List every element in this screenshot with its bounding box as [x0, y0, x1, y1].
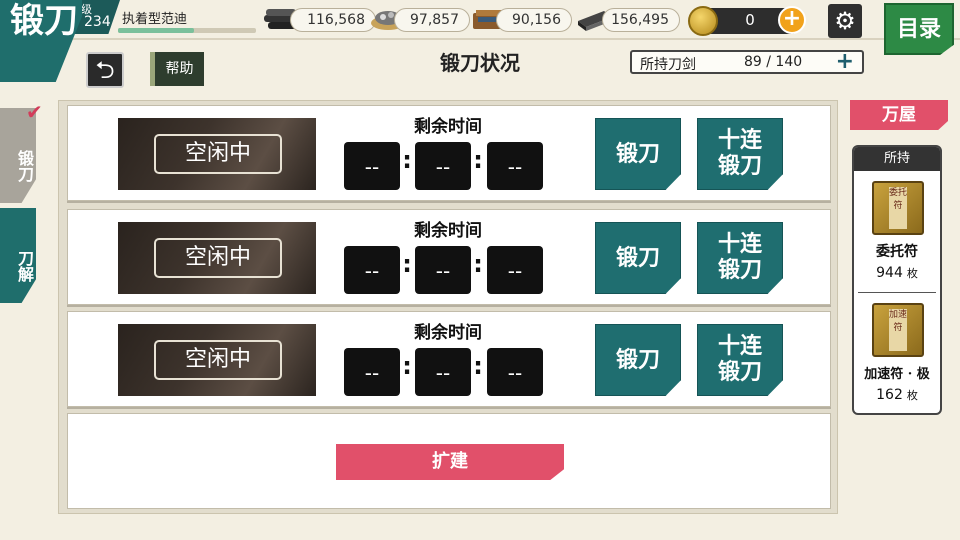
- time-hours: --: [344, 348, 400, 396]
- time-hours: --: [344, 246, 400, 294]
- inventory-item-speed-talisman: 加速符 加速符 · 极 162 枚: [854, 297, 940, 413]
- remaining-time-label: 剩余时间: [414, 117, 482, 137]
- time-separator: :: [473, 250, 483, 278]
- time-separator: :: [402, 146, 412, 174]
- item-count-unit: 枚: [906, 267, 918, 280]
- xp-bar: [118, 28, 256, 33]
- slot-status: 空闲中: [154, 134, 282, 174]
- forge-slot: 空闲中 剩余时间 -- : -- : -- 锻刀 十连 锻刀: [67, 209, 831, 305]
- owned-swords-box: 所持刀剑 89 / 140 +: [630, 49, 864, 74]
- forge-panel: 空闲中 剩余时间 -- : -- : -- 锻刀 十连 锻刀 空闲中 剩余时间 …: [58, 100, 838, 514]
- time-minutes: --: [415, 142, 471, 190]
- forge-button[interactable]: 锻刀: [595, 118, 681, 190]
- item-count-value: 162: [876, 387, 903, 403]
- forge-ten-button[interactable]: 十连 锻刀: [697, 118, 783, 190]
- forge-ten-label-line2: 锻刀: [717, 153, 762, 179]
- forge-ten-label-line1: 十连: [717, 231, 762, 257]
- forge-slot-image: 空闲中: [118, 118, 316, 190]
- owned-swords-label: 所持刀剑: [640, 57, 696, 73]
- menu-button[interactable]: 目录: [884, 3, 954, 55]
- inventory-item-request-talisman: 委托符 委托符 944 枚: [854, 173, 940, 293]
- talisman-text: 委托符: [889, 187, 907, 229]
- tab-dismantle[interactable]: 刀解: [0, 208, 36, 303]
- forge-ten-label-line2: 锻刀: [717, 359, 762, 385]
- coin-icon: [688, 6, 718, 36]
- jewel-steel-value: 97,857: [394, 8, 470, 32]
- screen-title: 锻刀: [0, 0, 82, 82]
- time-seconds: --: [487, 142, 543, 190]
- inventory-panel: 所持 委托符 委托符 944 枚 加速符 加速符 · 极 162 枚: [852, 145, 942, 415]
- time-seconds: --: [487, 246, 543, 294]
- inventory-divider: [858, 292, 936, 293]
- check-icon: ✔: [26, 100, 43, 124]
- remaining-time-label: 剩余时间: [414, 323, 482, 343]
- page-title: 锻刀状况: [440, 51, 520, 75]
- speed-talisman-icon: 加速符: [872, 303, 924, 357]
- forge-ten-label-line1: 十连: [717, 333, 762, 359]
- forge-ten-button[interactable]: 十连 锻刀: [697, 222, 783, 294]
- forge-slot: 空闲中 剩余时间 -- : -- : -- 锻刀 十连 锻刀: [67, 311, 831, 407]
- back-icon[interactable]: ⮌: [86, 52, 124, 88]
- forge-button[interactable]: 锻刀: [595, 324, 681, 396]
- add-capacity-button[interactable]: +: [836, 49, 854, 74]
- item-count-value: 944: [876, 265, 903, 281]
- time-seconds: --: [487, 348, 543, 396]
- time-minutes: --: [415, 246, 471, 294]
- slot-status: 空闲中: [154, 238, 282, 278]
- expand-button[interactable]: 扩建: [336, 444, 564, 480]
- forge-ten-label-line2: 锻刀: [717, 257, 762, 283]
- inventory-header: 所持: [854, 147, 940, 171]
- whetstone-value: 156,495: [602, 8, 680, 32]
- time-separator: :: [473, 146, 483, 174]
- request-talisman-icon: 委托符: [872, 181, 924, 235]
- time-separator: :: [402, 352, 412, 380]
- item-count: 944 枚: [854, 265, 940, 281]
- remaining-time-label: 剩余时间: [414, 221, 482, 241]
- xp-bar-fill: [118, 28, 194, 33]
- item-name: 委托符: [876, 244, 918, 260]
- slot-status: 空闲中: [154, 340, 282, 380]
- forge-ten-label-line1: 十连: [717, 127, 762, 153]
- time-separator: :: [402, 250, 412, 278]
- item-name: 加速符 · 极: [864, 367, 930, 382]
- time-hours: --: [344, 142, 400, 190]
- item-count-unit: 枚: [906, 389, 918, 402]
- talisman-text: 加速符: [889, 309, 907, 351]
- time-separator: :: [473, 352, 483, 380]
- charcoal-value: 116,568: [290, 8, 376, 32]
- player-name: 执着型范迪: [122, 12, 188, 27]
- forge-slot-image: 空闲中: [118, 222, 316, 294]
- settings-gear-icon[interactable]: ⚙: [828, 4, 862, 38]
- shop-button[interactable]: 万屋: [850, 100, 948, 130]
- item-count: 162 枚: [854, 387, 940, 403]
- forge-button[interactable]: 锻刀: [595, 222, 681, 294]
- add-coins-button[interactable]: +: [778, 6, 806, 34]
- forge-slot: 空闲中 剩余时间 -- : -- : -- 锻刀 十连 锻刀: [67, 105, 831, 201]
- time-minutes: --: [415, 348, 471, 396]
- owned-swords-value: 89 / 140: [744, 54, 803, 70]
- help-button[interactable]: 帮助: [150, 52, 204, 86]
- forge-slot-image: 空闲中: [118, 324, 316, 396]
- level-value: 234: [84, 14, 111, 30]
- coolant-value: 90,156: [496, 8, 572, 32]
- expand-area: 扩建: [67, 413, 831, 509]
- forge-ten-button[interactable]: 十连 锻刀: [697, 324, 783, 396]
